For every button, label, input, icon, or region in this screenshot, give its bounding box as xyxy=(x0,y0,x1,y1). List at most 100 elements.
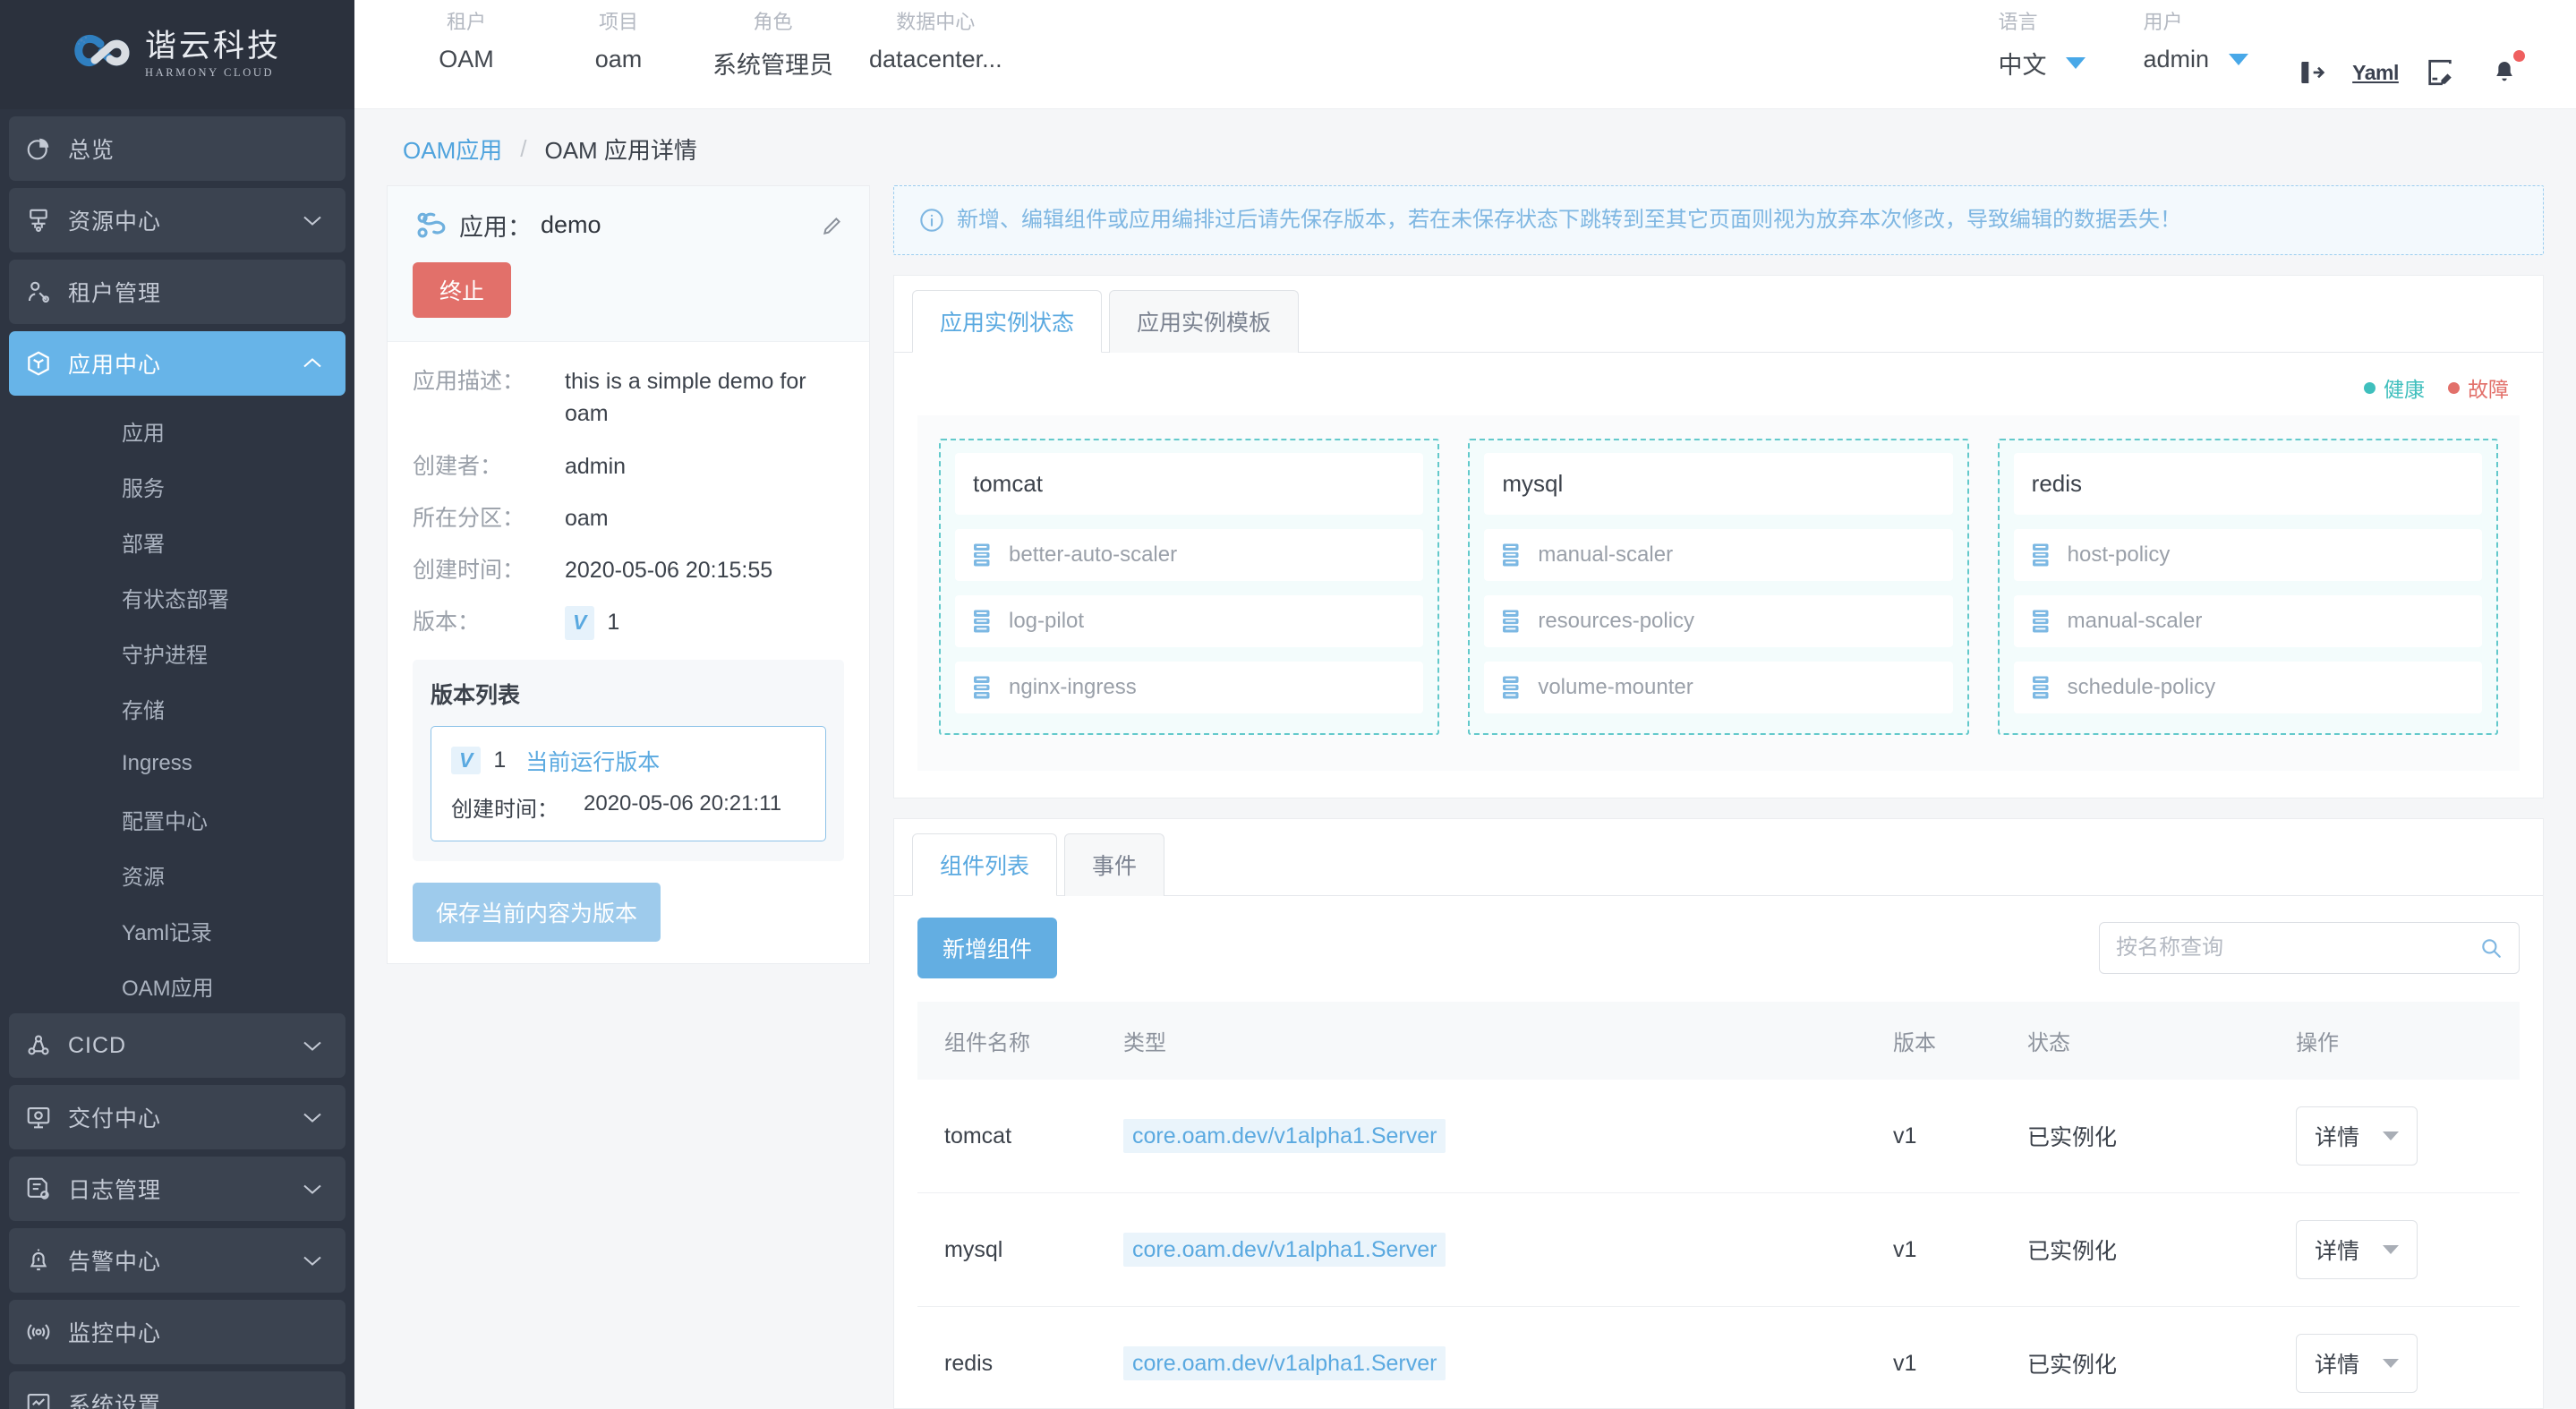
table-row[interactable]: mysql core.oam.dev/v1alpha1.Server v1 已实… xyxy=(917,1192,2520,1308)
save-version-button[interactable]: 保存当前内容为版本 xyxy=(413,882,661,942)
tab-events[interactable]: 事件 xyxy=(1064,833,1165,897)
sidebar-item-label: 租户管理 xyxy=(68,281,162,306)
sidebar-subitem-label: 守护进程 xyxy=(122,643,208,668)
user-key-icon xyxy=(9,278,68,305)
user-label: 用户 xyxy=(2143,11,2183,33)
sidebar-subitem-storage[interactable]: 存储 xyxy=(0,680,354,736)
sidebar-subitem-yaml-record[interactable]: Yaml记录 xyxy=(0,902,354,958)
context-role: 角色 系统管理员 xyxy=(695,7,851,81)
instance-card-redis[interactable]: redis host-policy manual-scaler schedule… xyxy=(1997,439,2498,736)
sidebar-subitem-deployment[interactable]: 部署 xyxy=(0,514,354,569)
sidebar-subitem-application[interactable]: 应用 xyxy=(0,403,354,458)
sidebar-item-system-settings[interactable]: 系统设置 xyxy=(9,1371,345,1409)
trait-item[interactable]: host-policy xyxy=(2013,529,2482,582)
search-icon[interactable] xyxy=(2479,936,2503,960)
sidebar-subitem-statefulset[interactable]: 有状态部署 xyxy=(0,569,354,625)
warning-banner-text: 新增、编辑组件或应用编排过后请先保存版本，若在未保存状态下跳转到至其它页面则视为… xyxy=(957,208,2181,232)
sidebar-subitem-oam-application[interactable]: OAM应用 xyxy=(0,958,354,1013)
cell-component-status: 已实例化 xyxy=(2027,1306,2296,1409)
brand-logo[interactable]: 谐云科技 HARMONY CLOUD xyxy=(0,0,354,109)
content-area: OAM应用 / OAM 应用详情 应用： demo 终止 应用描述： this … xyxy=(354,109,2576,1409)
tab-instance-template[interactable]: 应用实例模板 xyxy=(1109,290,1300,354)
type-link[interactable]: core.oam.dev/v1alpha1.Server xyxy=(1123,1345,1446,1380)
detail-dropdown-button[interactable]: 详情 xyxy=(2296,1106,2418,1166)
trait-item[interactable]: schedule-policy xyxy=(2013,662,2482,714)
sidebar-item-monitor-center[interactable]: 监控中心 xyxy=(9,1300,345,1364)
trait-item[interactable]: resources-policy xyxy=(1484,595,1953,648)
stop-button[interactable]: 终止 xyxy=(413,262,512,318)
version-tag: V xyxy=(565,606,595,640)
tab-component-list[interactable]: 组件列表 xyxy=(912,833,1058,897)
instance-name: mysql xyxy=(1484,453,1953,516)
trait-item[interactable]: volume-mounter xyxy=(1484,662,1953,714)
user-selector[interactable]: 用户 admin xyxy=(2116,7,2279,73)
sidebar-item-delivery-center[interactable]: 交付中心 xyxy=(9,1085,345,1149)
application-icon xyxy=(417,212,446,237)
type-link[interactable]: core.oam.dev/v1alpha1.Server xyxy=(1123,1232,1446,1267)
sidebar-subitem-config-center[interactable]: 配置中心 xyxy=(0,791,354,847)
search-input[interactable] xyxy=(2116,935,2479,961)
trait-item[interactable]: log-pilot xyxy=(955,595,1424,648)
instance-card-tomcat[interactable]: tomcat better-auto-scaler log-pilot ngin… xyxy=(939,439,1440,736)
signal-icon xyxy=(9,1319,68,1345)
type-link[interactable]: core.oam.dev/v1alpha1.Server xyxy=(1123,1118,1446,1153)
instance-tabs: 应用实例状态 应用实例模板 xyxy=(894,276,2543,354)
language-selector[interactable]: 语言 中文 xyxy=(1971,7,2116,81)
trait-name: nginx-ingress xyxy=(1009,675,1137,700)
table-row[interactable]: redis core.oam.dev/v1alpha1.Server v1 已实… xyxy=(917,1306,2520,1409)
server-icon xyxy=(9,207,68,234)
user-value: admin xyxy=(2143,46,2209,73)
chevron-down-icon xyxy=(2383,1245,2400,1255)
sidebar-subitem-ingress[interactable]: Ingress xyxy=(0,736,354,791)
table-row[interactable]: tomcat core.oam.dev/v1alpha1.Server v1 已… xyxy=(917,1080,2520,1194)
bell-alert-icon xyxy=(9,1247,68,1274)
harmony-cloud-logo-icon xyxy=(74,34,130,67)
trait-name: volume-mounter xyxy=(1538,675,1693,700)
sidebar-item-log-management[interactable]: 日志管理 xyxy=(9,1157,345,1221)
trait-icon xyxy=(974,543,990,567)
trait-item[interactable]: manual-scaler xyxy=(2013,595,2482,648)
version-list-title: 版本列表 xyxy=(431,682,521,708)
right-column: 新增、编辑组件或应用编排过后请先保存版本，若在未保存状态下跳转到至其它页面则视为… xyxy=(893,185,2544,1409)
detail-dropdown-button[interactable]: 详情 xyxy=(2296,1334,2418,1394)
sidebar-subitem-label: 服务 xyxy=(122,476,165,501)
logout-icon[interactable] xyxy=(2279,48,2343,97)
yaml-label: Yaml xyxy=(2352,60,2399,84)
sidebar-item-overview[interactable]: 总览 xyxy=(9,116,345,181)
sidebar-item-tenant-management[interactable]: 租户管理 xyxy=(9,260,345,324)
sidebar-subitem-daemonset[interactable]: 守护进程 xyxy=(0,625,354,680)
trait-item[interactable]: better-auto-scaler xyxy=(955,529,1424,582)
topbar-right: 语言 中文 用户 admin Yaml xyxy=(1971,0,2576,97)
tab-instance-status[interactable]: 应用实例状态 xyxy=(912,290,1103,354)
sidebar-subitem-service[interactable]: 服务 xyxy=(0,458,354,514)
bell-icon[interactable] xyxy=(2472,48,2537,97)
detail-dropdown-button[interactable]: 详情 xyxy=(2296,1220,2418,1280)
sidebar-item-resource-center[interactable]: 资源中心 xyxy=(9,188,345,252)
sidebar-item-cicd[interactable]: CICD xyxy=(9,1013,345,1078)
info-key: 创建时间： xyxy=(413,558,525,583)
info-key: 版本： xyxy=(413,610,481,636)
breadcrumb-parent[interactable]: OAM应用 xyxy=(403,132,502,166)
edit-pencil-icon[interactable] xyxy=(821,214,844,237)
info-row-description: 应用描述： this is a simple demo for oam xyxy=(413,365,844,431)
info-value: this is a simple demo for oam xyxy=(565,369,806,427)
info-key: 应用描述： xyxy=(413,369,525,394)
info-key: 创建者： xyxy=(413,453,503,479)
search-box[interactable] xyxy=(2099,922,2520,975)
breadcrumb-current: OAM 应用详情 xyxy=(544,137,697,164)
trait-item[interactable]: manual-scaler xyxy=(1484,529,1953,582)
detail-button-label: 详情 xyxy=(2315,1125,2360,1151)
version-list-item[interactable]: V 1 当前运行版本 创建时间： 2020-05-06 20:21:11 xyxy=(431,725,826,841)
language-value: 中文 xyxy=(1998,52,2047,79)
trait-item[interactable]: nginx-ingress xyxy=(955,662,1424,714)
terminal-icon[interactable] xyxy=(2408,48,2472,97)
sidebar-subitem-resource[interactable]: 资源 xyxy=(0,847,354,902)
yaml-icon[interactable]: Yaml xyxy=(2343,48,2408,97)
add-component-button[interactable]: 新增组件 xyxy=(917,918,1058,979)
trait-icon xyxy=(2032,543,2049,567)
sidebar-item-application-center[interactable]: 应用中心 xyxy=(9,331,345,396)
column-header-name: 组件名称 xyxy=(917,1002,1123,1080)
sidebar-item-alarm-center[interactable]: 告警中心 xyxy=(9,1228,345,1293)
current-version-badge: 当前运行版本 xyxy=(525,749,661,775)
instance-card-mysql[interactable]: mysql manual-scaler resources-policy vol… xyxy=(1468,439,1969,736)
